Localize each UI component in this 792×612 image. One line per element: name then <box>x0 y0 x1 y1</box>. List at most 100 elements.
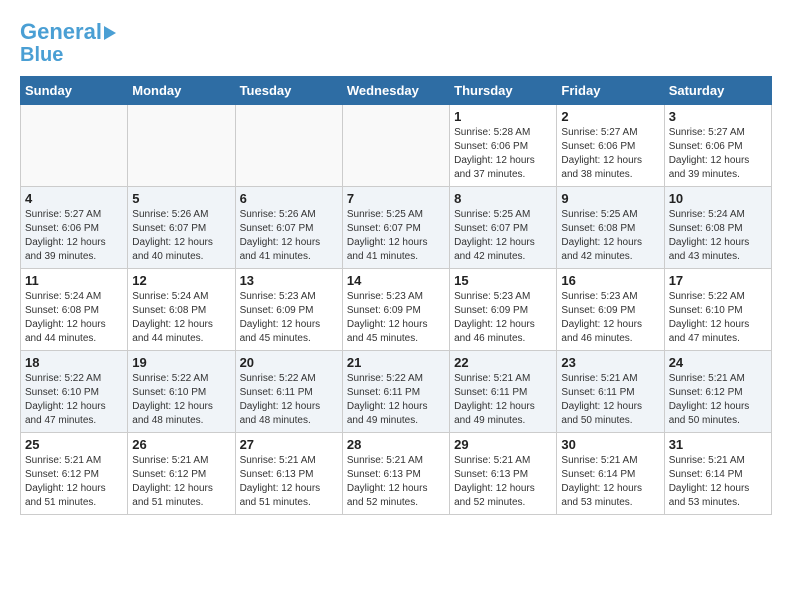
day-number: 25 <box>25 437 123 452</box>
day-info: Sunrise: 5:21 AM Sunset: 6:12 PM Dayligh… <box>132 454 230 510</box>
calendar-week-3: 11 Sunrise: 5:24 AM Sunset: 6:08 PM Dayli… <box>21 269 772 351</box>
day-number: 30 <box>561 437 659 452</box>
day-number: 7 <box>347 191 445 206</box>
calendar-cell: 24 Sunrise: 5:21 AM Sunset: 6:12 PM Dayli… <box>664 351 771 433</box>
day-number: 24 <box>669 355 767 370</box>
day-number: 28 <box>347 437 445 452</box>
day-info: Sunrise: 5:21 AM Sunset: 6:11 PM Dayligh… <box>561 372 659 428</box>
weekday-header-wednesday: Wednesday <box>342 77 449 105</box>
calendar-header: SundayMondayTuesdayWednesdayThursdayFrid… <box>21 77 772 105</box>
day-info: Sunrise: 5:23 AM Sunset: 6:09 PM Dayligh… <box>561 290 659 346</box>
day-info: Sunrise: 5:27 AM Sunset: 6:06 PM Dayligh… <box>561 126 659 182</box>
calendar-body: 1Sunrise: 5:28 AM Sunset: 6:06 PM Daylig… <box>21 105 772 515</box>
day-number: 19 <box>132 355 230 370</box>
calendar-cell: 27Sunrise: 5:21 AM Sunset: 6:13 PM Dayli… <box>235 433 342 515</box>
day-number: 16 <box>561 273 659 288</box>
day-info: Sunrise: 5:25 AM Sunset: 6:07 PM Dayligh… <box>454 208 552 264</box>
day-number: 4 <box>25 191 123 206</box>
day-info: Sunrise: 5:21 AM Sunset: 6:13 PM Dayligh… <box>454 454 552 510</box>
weekday-header-monday: Monday <box>128 77 235 105</box>
day-info: Sunrise: 5:24 AM Sunset: 6:08 PM Dayligh… <box>25 290 123 346</box>
day-number: 8 <box>454 191 552 206</box>
day-info: Sunrise: 5:26 AM Sunset: 6:07 PM Dayligh… <box>132 208 230 264</box>
calendar-cell: 19 Sunrise: 5:22 AM Sunset: 6:10 PM Dayli… <box>128 351 235 433</box>
logo: General Blue <box>20 20 116 66</box>
calendar-week-2: 4 Sunrise: 5:27 AM Sunset: 6:06 PM Daylig… <box>21 187 772 269</box>
day-number: 13 <box>240 273 338 288</box>
day-info: Sunrise: 5:26 AM Sunset: 6:07 PM Dayligh… <box>240 208 338 264</box>
day-number: 29 <box>454 437 552 452</box>
day-number: 20 <box>240 355 338 370</box>
calendar-week-4: 18 Sunrise: 5:22 AM Sunset: 6:10 PM Dayli… <box>21 351 772 433</box>
day-info: Sunrise: 5:25 AM Sunset: 6:07 PM Dayligh… <box>347 208 445 264</box>
calendar-cell: 21 Sunrise: 5:22 AM Sunset: 6:11 PM Dayli… <box>342 351 449 433</box>
day-number: 17 <box>669 273 767 288</box>
calendar-cell: 12 Sunrise: 5:24 AM Sunset: 6:08 PM Dayli… <box>128 269 235 351</box>
calendar-cell: 18Sunrise: 5:22 AM Sunset: 6:10 PM Dayli… <box>21 351 128 433</box>
calendar-cell: 20Sunrise: 5:22 AM Sunset: 6:11 PM Dayli… <box>235 351 342 433</box>
day-info: Sunrise: 5:24 AM Sunset: 6:08 PM Dayligh… <box>669 208 767 264</box>
calendar-cell: 5 Sunrise: 5:26 AM Sunset: 6:07 PM Daylig… <box>128 187 235 269</box>
calendar-cell <box>128 105 235 187</box>
calendar-cell: 10 Sunrise: 5:24 AM Sunset: 6:08 PM Dayli… <box>664 187 771 269</box>
day-number: 22 <box>454 355 552 370</box>
day-number: 15 <box>454 273 552 288</box>
logo-general: General <box>20 19 102 44</box>
calendar-cell: 8 Sunrise: 5:25 AM Sunset: 6:07 PM Daylig… <box>450 187 557 269</box>
weekday-header-thursday: Thursday <box>450 77 557 105</box>
day-number: 3 <box>669 109 767 124</box>
calendar-cell: 11 Sunrise: 5:24 AM Sunset: 6:08 PM Dayli… <box>21 269 128 351</box>
calendar-cell: 31Sunrise: 5:21 AM Sunset: 6:14 PM Dayli… <box>664 433 771 515</box>
day-info: Sunrise: 5:23 AM Sunset: 6:09 PM Dayligh… <box>454 290 552 346</box>
calendar-cell <box>235 105 342 187</box>
calendar-cell <box>21 105 128 187</box>
weekday-header-saturday: Saturday <box>664 77 771 105</box>
day-info: Sunrise: 5:24 AM Sunset: 6:08 PM Dayligh… <box>132 290 230 346</box>
day-info: Sunrise: 5:27 AM Sunset: 6:06 PM Dayligh… <box>25 208 123 264</box>
calendar-cell: 16 Sunrise: 5:23 AM Sunset: 6:09 PM Dayli… <box>557 269 664 351</box>
logo-blue: Blue <box>20 44 63 66</box>
calendar-cell: 15 Sunrise: 5:23 AM Sunset: 6:09 PM Dayli… <box>450 269 557 351</box>
header-row: SundayMondayTuesdayWednesdayThursdayFrid… <box>21 77 772 105</box>
day-number: 11 <box>25 273 123 288</box>
calendar-week-1: 1Sunrise: 5:28 AM Sunset: 6:06 PM Daylig… <box>21 105 772 187</box>
calendar-week-5: 25 Sunrise: 5:21 AM Sunset: 6:12 PM Dayli… <box>21 433 772 515</box>
calendar-cell: 26 Sunrise: 5:21 AM Sunset: 6:12 PM Dayli… <box>128 433 235 515</box>
day-info: Sunrise: 5:27 AM Sunset: 6:06 PM Dayligh… <box>669 126 767 182</box>
day-info: Sunrise: 5:21 AM Sunset: 6:12 PM Dayligh… <box>669 372 767 428</box>
calendar-cell: 17Sunrise: 5:22 AM Sunset: 6:10 PM Dayli… <box>664 269 771 351</box>
day-number: 12 <box>132 273 230 288</box>
day-info: Sunrise: 5:22 AM Sunset: 6:11 PM Dayligh… <box>347 372 445 428</box>
day-number: 5 <box>132 191 230 206</box>
day-number: 10 <box>669 191 767 206</box>
day-info: Sunrise: 5:25 AM Sunset: 6:08 PM Dayligh… <box>561 208 659 264</box>
weekday-header-sunday: Sunday <box>21 77 128 105</box>
calendar-cell: 13Sunrise: 5:23 AM Sunset: 6:09 PM Dayli… <box>235 269 342 351</box>
calendar-cell: 28Sunrise: 5:21 AM Sunset: 6:13 PM Dayli… <box>342 433 449 515</box>
day-number: 1 <box>454 109 552 124</box>
day-info: Sunrise: 5:23 AM Sunset: 6:09 PM Dayligh… <box>347 290 445 346</box>
calendar-cell: 25 Sunrise: 5:21 AM Sunset: 6:12 PM Dayli… <box>21 433 128 515</box>
day-number: 23 <box>561 355 659 370</box>
day-info: Sunrise: 5:21 AM Sunset: 6:14 PM Dayligh… <box>669 454 767 510</box>
calendar-cell: 9 Sunrise: 5:25 AM Sunset: 6:08 PM Daylig… <box>557 187 664 269</box>
day-info: Sunrise: 5:21 AM Sunset: 6:14 PM Dayligh… <box>561 454 659 510</box>
calendar-cell: 3 Sunrise: 5:27 AM Sunset: 6:06 PM Daylig… <box>664 105 771 187</box>
calendar-cell: 23 Sunrise: 5:21 AM Sunset: 6:11 PM Dayli… <box>557 351 664 433</box>
day-number: 9 <box>561 191 659 206</box>
day-number: 21 <box>347 355 445 370</box>
calendar-cell: 22Sunrise: 5:21 AM Sunset: 6:11 PM Dayli… <box>450 351 557 433</box>
calendar-cell: 30 Sunrise: 5:21 AM Sunset: 6:14 PM Dayli… <box>557 433 664 515</box>
calendar-cell: 14 Sunrise: 5:23 AM Sunset: 6:09 PM Dayli… <box>342 269 449 351</box>
weekday-header-friday: Friday <box>557 77 664 105</box>
day-info: Sunrise: 5:21 AM Sunset: 6:12 PM Dayligh… <box>25 454 123 510</box>
calendar-cell: 2 Sunrise: 5:27 AM Sunset: 6:06 PM Daylig… <box>557 105 664 187</box>
day-number: 26 <box>132 437 230 452</box>
day-number: 18 <box>25 355 123 370</box>
day-number: 2 <box>561 109 659 124</box>
day-number: 14 <box>347 273 445 288</box>
calendar-cell: 4 Sunrise: 5:27 AM Sunset: 6:06 PM Daylig… <box>21 187 128 269</box>
day-number: 27 <box>240 437 338 452</box>
day-info: Sunrise: 5:22 AM Sunset: 6:10 PM Dayligh… <box>132 372 230 428</box>
calendar-cell <box>342 105 449 187</box>
